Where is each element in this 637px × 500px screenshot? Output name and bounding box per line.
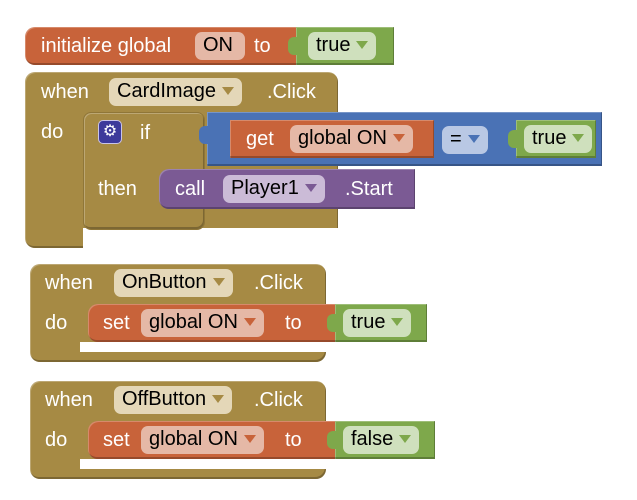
chevron-down-icon bbox=[391, 317, 404, 326]
true-dropdown[interactable]: true bbox=[343, 309, 412, 337]
when-label: when bbox=[45, 272, 93, 294]
set-label: set bbox=[103, 429, 130, 451]
global-var-name-field[interactable]: ON bbox=[195, 32, 245, 60]
event-bottom-gap bbox=[80, 459, 326, 469]
true-value-block[interactable]: true bbox=[288, 27, 394, 65]
initialize-global-label: initialize global bbox=[41, 35, 172, 57]
do-label: do bbox=[45, 312, 68, 334]
to-label: to bbox=[254, 35, 271, 57]
component-dropdown-offbutton[interactable]: OffButton bbox=[114, 386, 233, 414]
get-label: get bbox=[246, 128, 274, 150]
value-socket-connector bbox=[288, 37, 298, 55]
do-label: do bbox=[45, 429, 68, 451]
operator-dropdown[interactable]: = bbox=[442, 126, 488, 154]
true-compare-block[interactable]: true bbox=[508, 120, 596, 158]
event-name-label: .Click bbox=[254, 272, 303, 294]
set-global-on-block[interactable]: set global ON to bbox=[88, 421, 338, 459]
chevron-down-icon bbox=[356, 40, 369, 49]
if-label: if bbox=[140, 122, 150, 144]
when-label: when bbox=[41, 81, 89, 103]
set-label: set bbox=[103, 312, 130, 334]
compare-block[interactable]: get global ON = true bbox=[199, 112, 602, 166]
chevron-down-icon bbox=[572, 133, 585, 142]
get-global-on-block[interactable]: get global ON bbox=[230, 120, 434, 158]
event-name-label: .Click bbox=[254, 389, 303, 411]
event-name-label: .Click bbox=[267, 81, 316, 103]
then-label: then bbox=[98, 178, 137, 200]
chevron-down-icon bbox=[467, 134, 480, 143]
method-label: .Start bbox=[345, 178, 393, 200]
mutator-gear-button[interactable]: ⚙ bbox=[98, 120, 122, 144]
true-dropdown[interactable]: true bbox=[308, 32, 377, 60]
chevron-down-icon bbox=[221, 86, 234, 95]
value-socket-connector bbox=[327, 314, 337, 332]
call-label: call bbox=[175, 178, 206, 200]
chevron-down-icon bbox=[392, 133, 405, 142]
to-label: to bbox=[285, 312, 302, 334]
true-dropdown[interactable]: true bbox=[524, 125, 593, 153]
variable-dropdown[interactable]: global ON bbox=[290, 125, 413, 153]
component-dropdown-onbutton[interactable]: OnButton bbox=[114, 269, 233, 297]
chevron-down-icon bbox=[212, 394, 225, 403]
set-global-on-block[interactable]: set global ON to bbox=[88, 304, 338, 342]
variable-dropdown[interactable]: global ON bbox=[141, 309, 264, 337]
initialize-global-block[interactable]: initialize global ON to bbox=[25, 27, 305, 65]
variable-dropdown[interactable]: global ON bbox=[141, 426, 264, 454]
value-socket-connector bbox=[508, 130, 518, 148]
false-value-block[interactable]: false bbox=[327, 421, 435, 459]
when-label: when bbox=[45, 389, 93, 411]
chevron-down-icon bbox=[399, 434, 412, 443]
event-bottom-gap bbox=[83, 228, 338, 248]
true-value-block[interactable]: true bbox=[327, 304, 427, 342]
component-dropdown-cardimage[interactable]: CardImage bbox=[109, 78, 242, 106]
event-bottom-gap bbox=[80, 342, 326, 352]
chevron-down-icon bbox=[304, 183, 317, 192]
component-dropdown-player1[interactable]: Player1 bbox=[223, 175, 325, 203]
false-dropdown[interactable]: false bbox=[343, 426, 420, 454]
value-socket-connector bbox=[199, 126, 209, 144]
value-socket-connector bbox=[327, 431, 337, 449]
chevron-down-icon bbox=[243, 317, 256, 326]
chevron-down-icon bbox=[212, 277, 225, 286]
do-label: do bbox=[41, 121, 64, 143]
call-player-start-block[interactable]: call Player1 .Start bbox=[159, 169, 415, 209]
chevron-down-icon bbox=[243, 434, 256, 443]
to-label: to bbox=[285, 429, 302, 451]
